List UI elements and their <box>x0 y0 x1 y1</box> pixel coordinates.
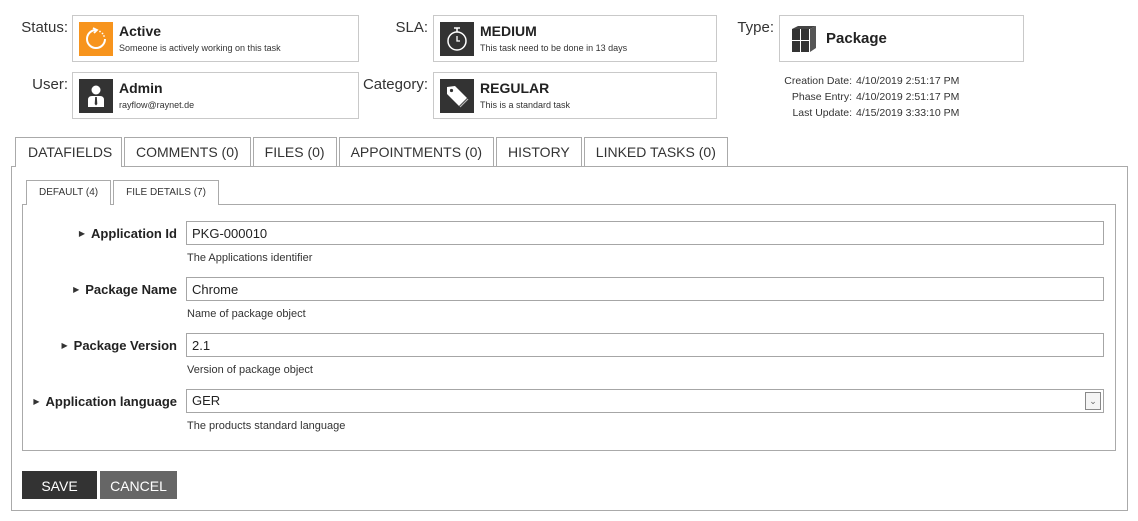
subtab-file-details[interactable]: FILE DETAILS (7) <box>113 180 219 205</box>
tab-datafields[interactable]: DATAFIELDS <box>15 137 122 167</box>
application-id-label[interactable]: ▶ Application Id <box>17 226 177 241</box>
sub-tabs: DEFAULT (4) FILE DETAILS (7) <box>26 180 221 205</box>
sla-card[interactable]: MEDIUM This task need to be done in 13 d… <box>433 15 717 62</box>
sla-label: SLA: <box>395 19 428 36</box>
type-card[interactable]: Package <box>779 15 1024 62</box>
category-title: REGULAR <box>480 80 550 96</box>
package-name-label-text: Package Name <box>85 282 177 297</box>
application-language-select[interactable]: GER ⌄ <box>186 389 1104 413</box>
refresh-circle-icon <box>79 22 113 56</box>
status-card[interactable]: Active Someone is actively working on th… <box>72 15 359 62</box>
tab-comments[interactable]: COMMENTS (0) <box>124 137 251 166</box>
cancel-button[interactable]: CANCEL <box>100 471 177 499</box>
application-id-help: The Applications identifier <box>187 252 313 264</box>
main-tabs: DATAFIELDS COMMENTS (0) FILES (0) APPOIN… <box>15 137 730 167</box>
subtab-default[interactable]: DEFAULT (4) <box>26 180 112 205</box>
application-id-label-text: Application Id <box>91 226 177 241</box>
category-label: Category: <box>362 76 428 93</box>
package-version-input[interactable] <box>186 333 1104 357</box>
status-subtitle: Someone is actively working on this task <box>119 43 281 53</box>
user-label: User: <box>32 76 68 93</box>
category-card[interactable]: REGULAR This is a standard task <box>433 72 717 119</box>
tab-linked-tasks[interactable]: LINKED TASKS (0) <box>583 137 728 166</box>
phase-entry-label: Phase Entry: <box>791 91 852 103</box>
tab-files[interactable]: FILES (0) <box>252 137 337 166</box>
package-icon <box>786 22 820 56</box>
category-subtitle: This is a standard task <box>480 100 571 110</box>
package-version-help: Version of package object <box>187 364 313 376</box>
application-language-label-text: Application language <box>45 394 177 409</box>
expand-caret-icon[interactable]: ▶ <box>79 229 85 238</box>
package-version-label-text: Package Version <box>73 338 177 353</box>
tab-appointments[interactable]: APPOINTMENTS (0) <box>338 137 495 166</box>
package-name-label[interactable]: ▶ Package Name <box>17 282 177 297</box>
type-title: Package <box>826 30 887 47</box>
package-name-help: Name of package object <box>187 308 306 320</box>
stopwatch-icon <box>440 22 474 56</box>
package-version-label[interactable]: ▶ Package Version <box>17 338 178 353</box>
status-label: Status: <box>21 19 68 36</box>
last-update-row: Last Update: 4/15/2019 3:33:10 PM <box>760 105 959 121</box>
creation-date-value: 4/10/2019 2:51:17 PM <box>856 75 960 87</box>
last-update-value: 4/15/2019 3:33:10 PM <box>856 107 960 119</box>
user-email: rayflow@raynet.de <box>119 100 195 110</box>
chevron-down-icon[interactable]: ⌄ <box>1085 392 1101 410</box>
tab-history[interactable]: HISTORY <box>496 137 582 166</box>
sla-title: MEDIUM <box>480 23 537 39</box>
user-card[interactable]: Admin rayflow@raynet.de <box>72 72 359 119</box>
package-name-input[interactable] <box>186 277 1104 301</box>
user-name: Admin <box>119 80 163 96</box>
expand-caret-icon[interactable]: ▶ <box>33 397 39 406</box>
application-language-help: The products standard language <box>187 420 346 432</box>
application-language-label[interactable]: ▶ Application language <box>17 394 177 409</box>
creation-date-row: Creation Date: 4/10/2019 2:51:17 PM <box>760 73 959 89</box>
sla-subtitle: This task need to be done in 13 days <box>480 43 628 53</box>
last-update-label: Last Update: <box>792 107 852 119</box>
expand-caret-icon[interactable]: ▶ <box>73 285 79 294</box>
date-info: Creation Date: 4/10/2019 2:51:17 PM Phase… <box>760 73 959 121</box>
application-id-input[interactable] <box>186 221 1104 245</box>
status-title: Active <box>119 23 162 39</box>
expand-caret-icon[interactable]: ▶ <box>62 341 68 350</box>
tag-icon <box>440 79 474 113</box>
application-language-value: GER <box>192 393 221 408</box>
user-icon <box>79 79 113 113</box>
phase-entry-value: 4/10/2019 2:51:17 PM <box>856 91 960 103</box>
type-label: Type: <box>737 19 774 36</box>
phase-entry-row: Phase Entry: 4/10/2019 2:51:17 PM <box>760 89 959 105</box>
save-button[interactable]: SAVE <box>22 471 97 499</box>
creation-date-label: Creation Date: <box>784 75 852 87</box>
